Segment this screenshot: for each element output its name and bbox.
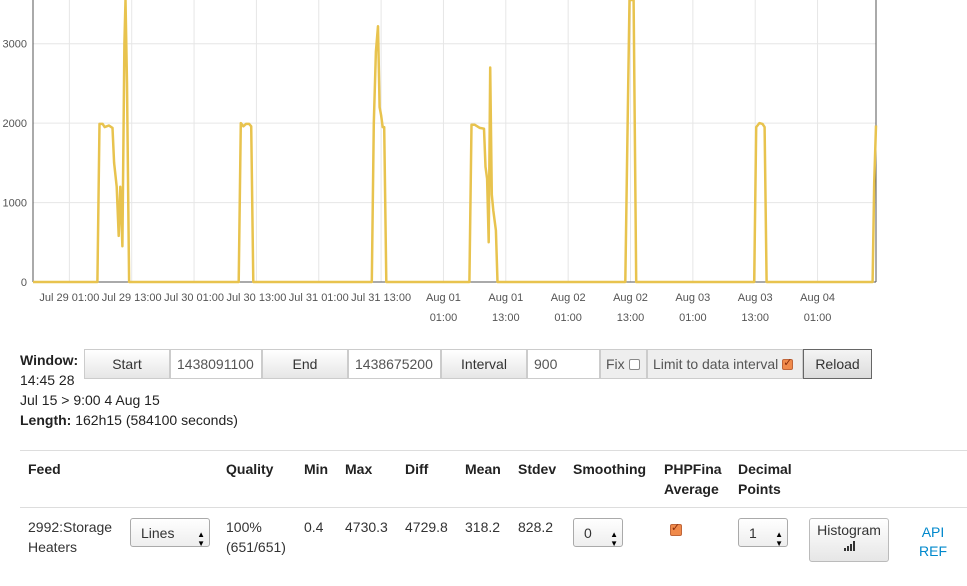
plot-type-select[interactable]: Lines ▲ ▼: [130, 518, 210, 548]
histogram-label: Histogram: [817, 522, 881, 538]
interval-input[interactable]: 900: [527, 349, 600, 379]
header-decimal-line1: Decimal: [738, 461, 792, 477]
average-checkbox[interactable]: [670, 521, 682, 536]
quality-percent: 100%: [226, 519, 262, 535]
interval-button[interactable]: Interval: [441, 349, 527, 379]
end-button[interactable]: End: [262, 349, 348, 379]
length-label: Length:: [20, 412, 72, 428]
caret-icon: ▲ ▼: [197, 530, 205, 548]
decimal-value: 1: [749, 524, 757, 541]
x-tick-label: Aug 01: [426, 292, 461, 304]
x-tick-label: Jul 31 01:00: [289, 292, 349, 304]
caret-icon: ▲ ▼: [775, 530, 783, 548]
header-decimal-line2: Points: [738, 481, 781, 497]
mean-value: 318.2: [465, 519, 501, 535]
header-min: Min: [304, 461, 329, 477]
x-tick-label: Aug 01: [488, 292, 523, 304]
row-separator: [20, 507, 967, 508]
x-tick-label: Aug 02: [613, 292, 648, 304]
x-tick-label: 01:00: [679, 312, 707, 324]
min-value: 0.4: [304, 519, 324, 535]
y-tick-label: 0: [21, 277, 27, 289]
line-chart[interactable]: 0100020003000Jul 29 01:00 Jul 29 13:00 Jul…: [0, 0, 967, 340]
feed-name: 2992:Storage Heaters: [28, 517, 112, 557]
diff-value: 4729.8: [405, 519, 448, 535]
quality-value: 100% (651/651): [226, 517, 286, 557]
x-tick-label: 01:00: [430, 312, 458, 324]
limit-label: Limit to data interval: [653, 356, 779, 372]
x-tick-label: 01:00: [804, 312, 832, 324]
header-mean: Mean: [465, 461, 501, 477]
caret-icon: ▲ ▼: [610, 530, 618, 548]
stdev-value: 828.2: [518, 519, 554, 535]
x-tick-label: Jul 30 13:00: [226, 292, 286, 304]
series-line: [33, 0, 878, 284]
length-value: 162h15 (584100 seconds): [75, 412, 238, 428]
header-phpfina-line2: Average: [664, 481, 719, 497]
start-input[interactable]: 1438091100: [170, 349, 262, 379]
x-tick-label: Aug 03: [675, 292, 710, 304]
end-input[interactable]: 1438675200: [348, 349, 441, 379]
y-tick-label: 2000: [3, 118, 27, 130]
x-tick-label: Jul 30 01:00: [164, 292, 224, 304]
time-controls: Start 1438091100 End 1438675200 Interval…: [84, 349, 872, 379]
header-quality: Quality: [226, 461, 274, 477]
header-stdev: Stdev: [518, 461, 557, 477]
reload-button[interactable]: Reload: [803, 349, 872, 379]
window-range: Jul 15 > 9:00 4 Aug 15: [20, 392, 160, 408]
header-max: Max: [345, 461, 373, 477]
fix-option: Fix: [600, 349, 647, 379]
x-tick-label: Aug 03: [738, 292, 773, 304]
max-value: 4730.3: [345, 519, 388, 535]
header-feed: Feed: [28, 461, 61, 477]
start-button[interactable]: Start: [84, 349, 170, 379]
x-tick-label: 13:00: [492, 312, 520, 324]
x-tick-label: Jul 29 13:00: [102, 292, 162, 304]
plot-type-value: Lines: [141, 524, 175, 541]
api-ref-link[interactable]: API REF: [918, 523, 948, 561]
fix-checkbox[interactable]: [628, 358, 640, 370]
x-tick-label: Jul 29 01:00: [39, 292, 99, 304]
x-tick-label: Aug 02: [551, 292, 586, 304]
x-tick-label: Aug 04: [800, 292, 835, 304]
api-link-line1: API: [921, 524, 945, 540]
feed-name-line1: 2992:Storage: [28, 519, 113, 535]
quality-count: (651/651): [226, 539, 286, 555]
fix-label: Fix: [606, 356, 625, 372]
x-tick-label: Jul 31 13:00: [351, 292, 411, 304]
x-tick-label: 01:00: [554, 312, 582, 324]
limit-checkbox[interactable]: [782, 356, 794, 370]
histogram-button[interactable]: Histogram: [809, 518, 889, 562]
x-tick-label: 13:00: [617, 312, 645, 324]
feed-table: Feed Quality Min Max Diff Mean Stdev Smo…: [20, 450, 967, 562]
smoothing-select[interactable]: 0 ▲ ▼: [573, 518, 623, 548]
decimal-select[interactable]: 1 ▲ ▼: [738, 518, 788, 548]
feed-name-line2: Heaters: [28, 539, 78, 555]
header-phpfina-line1: PHPFina: [664, 461, 722, 477]
y-tick-label: 3000: [3, 39, 27, 51]
feed-chart[interactable]: 0 1000 2000 3000 Jul 29 01:00 Jul 29 13:00 Jul…: [0, 0, 967, 340]
smoothing-value: 0: [584, 524, 592, 541]
window-label: Window:: [20, 352, 79, 368]
api-link-line2: REF: [919, 543, 947, 559]
header-diff: Diff: [405, 461, 429, 477]
x-tick-label: 13:00: [741, 312, 769, 324]
header-phpfina-average: PHPFina Average: [664, 459, 722, 499]
limit-option: Limit to data interval: [647, 349, 803, 379]
bar-chart-icon: [844, 541, 855, 551]
y-tick-label: 1000: [3, 198, 27, 210]
header-decimal-points: Decimal Points: [738, 459, 792, 499]
header-smoothing: Smoothing: [573, 461, 647, 477]
